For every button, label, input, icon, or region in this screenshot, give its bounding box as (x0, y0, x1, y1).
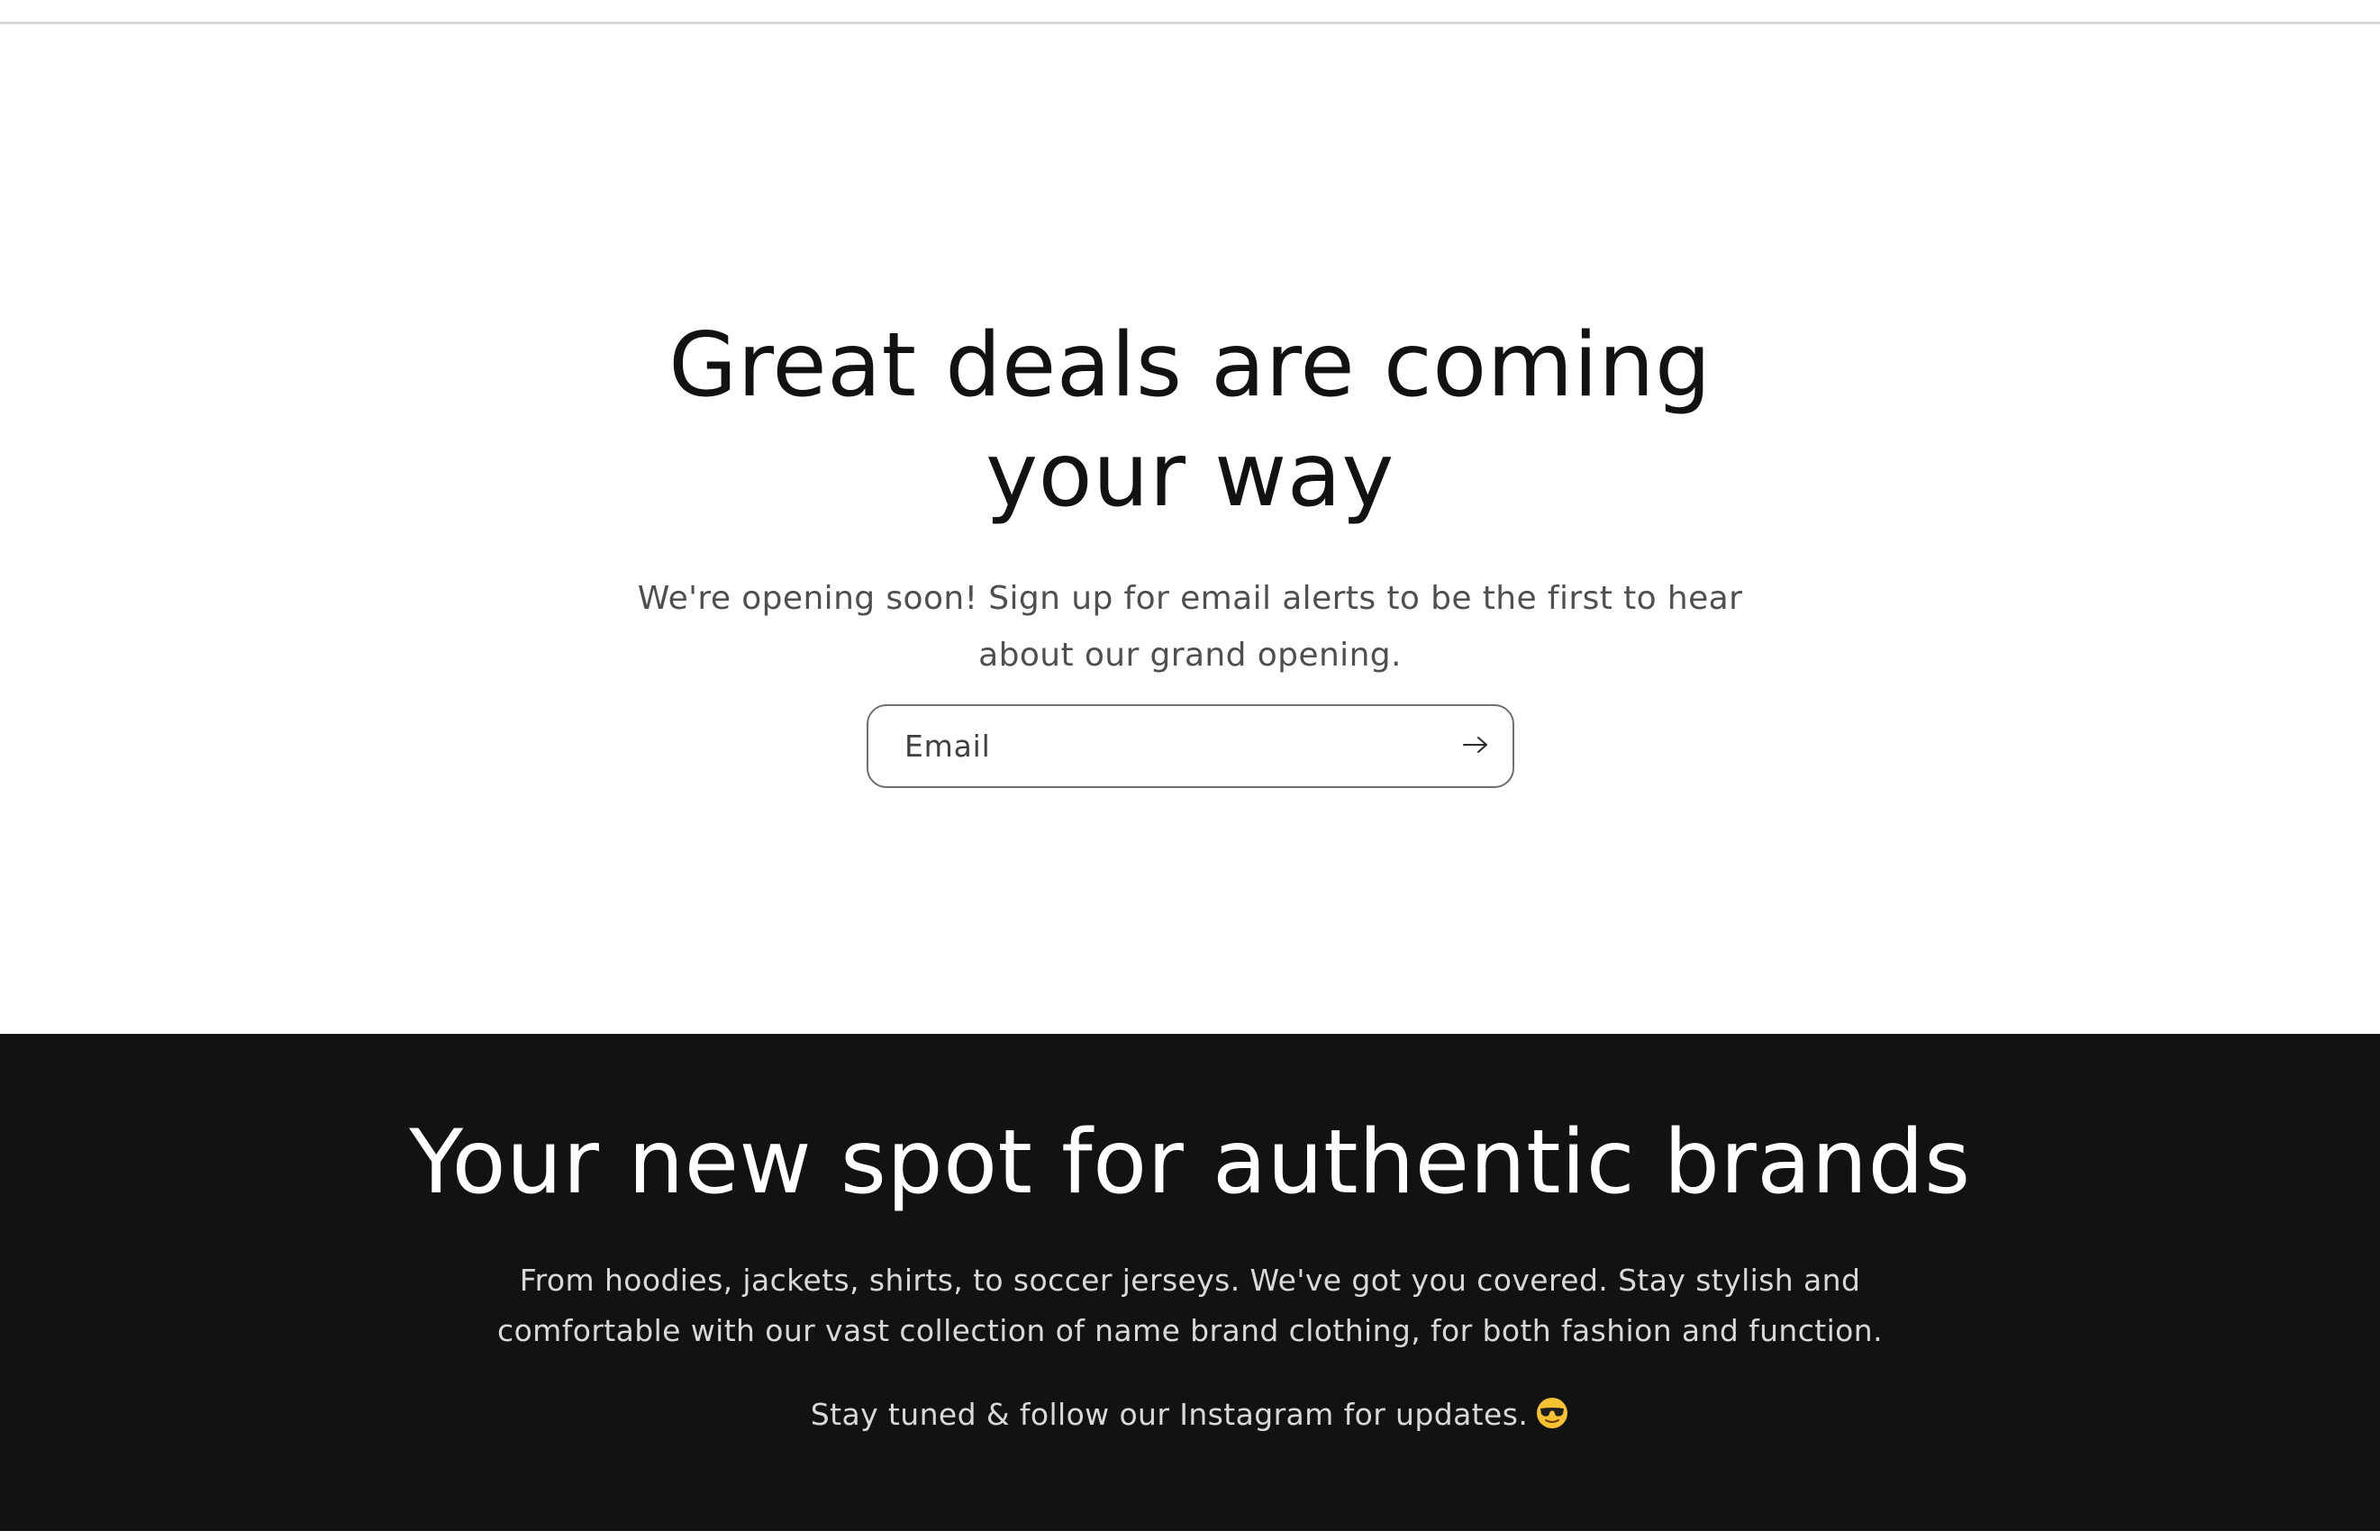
sunglasses-face-emoji-icon (1535, 1395, 1569, 1429)
newsletter-subtitle: We're opening soon! Sign up for email al… (637, 580, 1743, 674)
brand-intro-description: From hoodies, jackets, shirts, to soccer… (497, 1263, 1883, 1348)
brand-intro-title: Your new spot for authentic brands (409, 1111, 1971, 1214)
subscribe-submit-button[interactable] (1444, 711, 1507, 781)
newsletter-title: Great deals are coming your way (668, 314, 1712, 527)
newsletter-section: Great deals are coming your way We're op… (0, 24, 2380, 1034)
newsletter-form: Email (867, 704, 1514, 788)
instagram-followup-text: Stay tuned & follow our Instagram for up… (469, 1390, 1911, 1440)
page-bottom-edge (0, 1531, 2380, 1540)
brand-intro-section: Your new spot for authentic brands From … (0, 1034, 2380, 1531)
arrow-right-icon (1462, 735, 1489, 757)
email-field-label: Email (904, 729, 991, 764)
instagram-followup-label: Stay tuned & follow our Instagram for up… (810, 1397, 1529, 1432)
